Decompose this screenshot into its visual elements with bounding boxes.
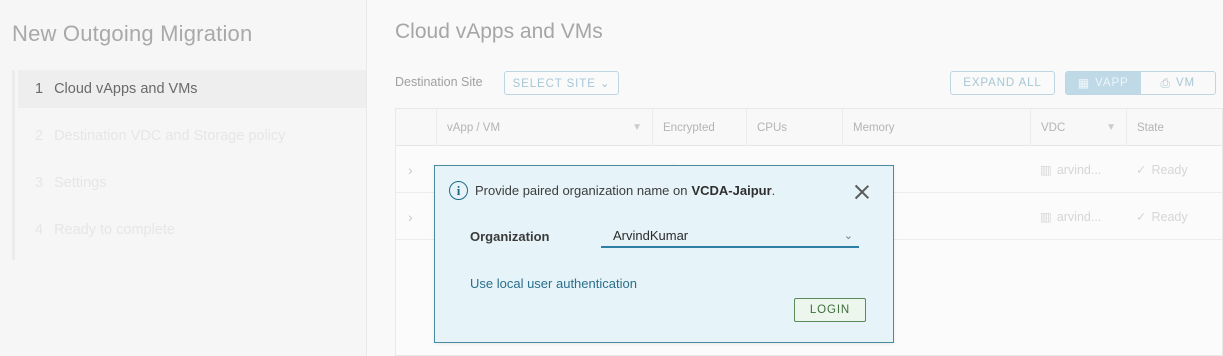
info-icon: i [449,181,468,200]
wizard-step-2[interactable]: 2 Destination VDC and Storage policy [15,117,366,155]
view-toggle: ▦ VAPP ⎙ VM [1065,71,1216,95]
step-number: 2 [35,128,44,144]
grid-header: vApp / VM ▼ Encrypted CPUs Memory VDC ▼ … [396,109,1222,146]
state-text: Ready [1151,209,1188,224]
local-auth-link[interactable]: Use local user authentication [470,276,637,291]
vm-toggle-label: VM [1175,77,1196,89]
chevron-down-icon: ⌄ [843,230,853,242]
cell-state: ✓ Ready [1136,146,1188,193]
site-name: VCDA-Jaipur [691,183,772,198]
column-label: Encrypted [663,121,715,134]
column-label: Memory [853,121,895,134]
vdc-name: arvind... [1056,209,1102,224]
step-label: Destination VDC and Storage policy [54,128,286,144]
column-header-cpus[interactable]: CPUs [746,109,842,146]
building-icon: ▥ [1040,163,1052,177]
column-header-vdc[interactable]: VDC ▼ [1030,109,1126,146]
step-label: Settings [54,175,107,191]
destination-site-label: Destination Site [395,75,483,89]
paired-org-login-dialog: i Provide paired organization name on VC… [434,165,894,343]
vapp-toggle-label: VAPP [1095,77,1129,89]
organization-select[interactable]: ArvindKumar ⌄ [601,224,859,248]
wizard-steps: 1 Cloud vApps and VMs 2 Destination VDC … [12,70,366,260]
dialog-message: i Provide paired organization name on VC… [449,181,775,200]
expand-row-chevron-icon[interactable]: › [408,193,413,240]
column-label: vApp / VM [447,121,501,134]
column-header-memory[interactable]: Memory [842,109,1030,146]
check-circle-icon: ✓ [1136,163,1147,177]
wizard-title: New Outgoing Migration [12,21,253,46]
organization-value: ArvindKumar [613,227,689,243]
page-title: Cloud vApps and VMs [395,20,603,43]
login-button[interactable]: LOGIN [794,298,866,322]
organization-label: Organization [470,229,550,244]
column-header-state[interactable]: State [1126,109,1222,146]
state-text: Ready [1151,162,1188,177]
step-number: 4 [35,222,44,238]
step-number: 1 [35,81,44,97]
column-label: CPUs [757,121,788,134]
wizard-step-4[interactable]: 4 Ready to complete [15,211,366,249]
wizard-step-3[interactable]: 3 Settings [15,164,366,202]
building-icon: ▥ [1040,210,1052,224]
wizard-step-1[interactable]: 1 Cloud vApps and VMs [18,70,366,108]
vapp-icon: ▦ [1077,76,1091,90]
expand-row-chevron-icon[interactable]: › [408,146,413,193]
step-label: Cloud vApps and VMs [54,81,198,97]
step-label: Ready to complete [54,222,175,238]
check-circle-icon: ✓ [1136,210,1147,224]
select-site-button[interactable]: SELECT SITE ⌄ [504,71,619,95]
vdc-name: arvind... [1056,162,1102,177]
column-header-encrypted[interactable]: Encrypted [652,109,746,146]
filter-icon[interactable]: ▼ [1106,122,1116,133]
vm-icon: ⎙ [1160,75,1171,90]
expand-all-button[interactable]: EXPAND ALL [950,71,1055,95]
step-number: 3 [35,175,44,191]
column-label: State [1137,121,1164,134]
cell-vdc[interactable]: ▥ arvind... [1040,193,1101,240]
cell-state: ✓ Ready [1136,193,1188,240]
message-suffix: . [771,183,776,198]
close-icon[interactable] [854,184,870,200]
vm-toggle-button[interactable]: ⎙ VM [1141,72,1216,94]
vapp-toggle-button[interactable]: ▦ VAPP [1066,72,1141,94]
column-header-vapp-vm[interactable]: vApp / VM ▼ [436,109,652,146]
column-label: VDC [1041,121,1066,134]
wizard-sidebar: New Outgoing Migration 1 Cloud vApps and… [0,0,367,356]
filter-icon[interactable]: ▼ [632,122,642,133]
cell-vdc[interactable]: ▥ arvind... [1040,146,1101,193]
message-prefix: Provide paired organization name on [475,183,688,198]
